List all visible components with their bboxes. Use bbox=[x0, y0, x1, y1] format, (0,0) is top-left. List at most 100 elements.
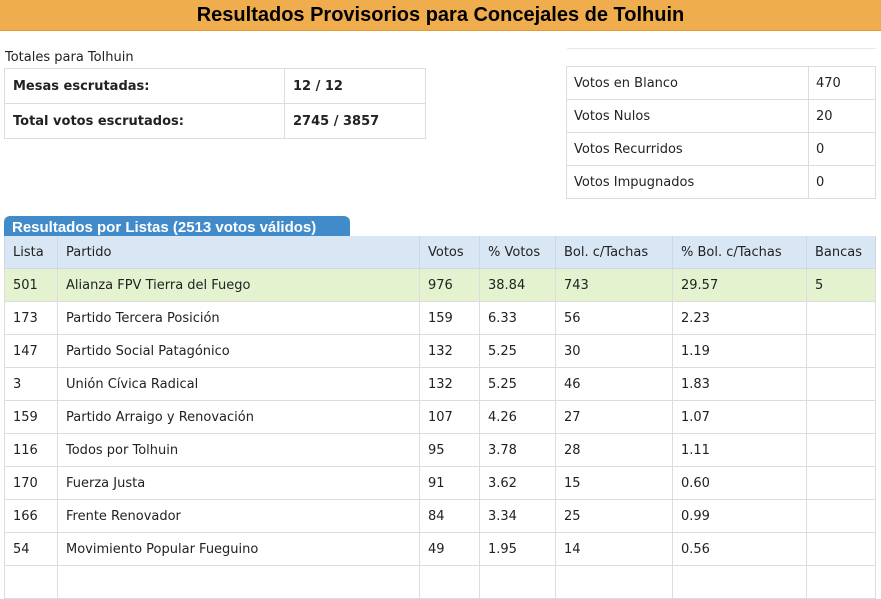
cell-bol-tachas: 30 bbox=[555, 334, 673, 368]
cell-pct-bol-tachas: 1.07 bbox=[672, 400, 807, 434]
table-row: 170 Fuerza Justa 91 3.62 15 0.60 bbox=[4, 466, 876, 500]
table-row bbox=[4, 565, 876, 599]
page-header: Resultados Provisorios para Concejales d… bbox=[0, 0, 881, 31]
votos-blanco-label: Votos en Blanco bbox=[566, 66, 809, 100]
cell-partido bbox=[57, 565, 420, 599]
totals-row: Mesas escrutadas: 12 / 12 bbox=[4, 68, 426, 104]
cell-bancas: 5 bbox=[806, 268, 876, 302]
cell-pct-bol-tachas: 1.83 bbox=[672, 367, 807, 401]
cell-pct-votos: 4.26 bbox=[479, 400, 556, 434]
mesas-value: 12 / 12 bbox=[284, 68, 426, 104]
col-lista: Lista bbox=[4, 236, 58, 269]
totals-table: Mesas escrutadas: 12 / 12 Total votos es… bbox=[4, 68, 426, 139]
cell-pct-bol-tachas: 1.11 bbox=[672, 433, 807, 467]
mesas-label: Mesas escrutadas: bbox=[4, 68, 285, 104]
cell-pct-votos: 5.25 bbox=[479, 334, 556, 368]
cell-partido: Frente Renovador bbox=[57, 499, 420, 533]
cell-votos: 95 bbox=[419, 433, 480, 467]
votos-impugnados-value: 0 bbox=[808, 165, 876, 199]
cell-pct-bol-tachas: 29.57 bbox=[672, 268, 807, 302]
votos-impugnados-label: Votos Impugnados bbox=[566, 165, 809, 199]
cell-pct-votos: 38.84 bbox=[479, 268, 556, 302]
cell-pct-bol-tachas: 2.23 bbox=[672, 301, 807, 335]
votos-recurridos-label: Votos Recurridos bbox=[566, 132, 809, 166]
cell-partido: Fuerza Justa bbox=[57, 466, 420, 500]
votes-summary-table: Votos en Blanco 470 Votos Nulos 20 Votos… bbox=[566, 66, 876, 199]
cell-bol-tachas: 46 bbox=[555, 367, 673, 401]
cell-bancas bbox=[806, 334, 876, 368]
cell-lista: 166 bbox=[4, 499, 58, 533]
cell-votos: 84 bbox=[419, 499, 480, 533]
col-votos: Votos bbox=[419, 236, 480, 269]
cell-lista: 54 bbox=[4, 532, 58, 566]
votes-row: Votos Recurridos 0 bbox=[566, 132, 876, 166]
table-row: 147 Partido Social Patagónico 132 5.25 30 1.1… bbox=[4, 334, 876, 368]
table-row: 501 Alianza FPV Tierra del Fuego 976 38.84 7… bbox=[4, 268, 876, 302]
cell-bol-tachas: 28 bbox=[555, 433, 673, 467]
table-row: 166 Frente Renovador 84 3.34 25 0.99 bbox=[4, 499, 876, 533]
cell-votos: 91 bbox=[419, 466, 480, 500]
cell-pct-bol-tachas: 1.19 bbox=[672, 334, 807, 368]
cell-partido: Todos por Tolhuin bbox=[57, 433, 420, 467]
table-row: 159 Partido Arraigo y Renovación 107 4.26 27… bbox=[4, 400, 876, 434]
cell-lista: 170 bbox=[4, 466, 58, 500]
col-pct-bol-tachas: % Bol. c/Tachas bbox=[672, 236, 807, 269]
cell-lista: 116 bbox=[4, 433, 58, 467]
cell-bol-tachas: 56 bbox=[555, 301, 673, 335]
cell-bol-tachas: 14 bbox=[555, 532, 673, 566]
col-bancas: Bancas bbox=[806, 236, 876, 269]
cell-votos: 132 bbox=[419, 334, 480, 368]
cell-pct-votos: 6.33 bbox=[479, 301, 556, 335]
cell-bancas bbox=[806, 400, 876, 434]
cell-pct-votos bbox=[479, 565, 556, 599]
table-row: 173 Partido Tercera Posición 159 6.33 56 2.23 bbox=[4, 301, 876, 335]
cell-votos: 49 bbox=[419, 532, 480, 566]
cell-votos: 132 bbox=[419, 367, 480, 401]
cell-pct-bol-tachas: 0.60 bbox=[672, 466, 807, 500]
table-row: 54 Movimiento Popular Fueguino 49 1.95 14 0.5… bbox=[4, 532, 876, 566]
cell-partido: Unión Cívica Radical bbox=[57, 367, 420, 401]
cell-pct-votos: 5.25 bbox=[479, 367, 556, 401]
results-header-row: Lista Partido Votos % Votos Bol. c/Tacha… bbox=[4, 236, 876, 269]
col-pct-votos: % Votos bbox=[479, 236, 556, 269]
totals-heading: Totales para Tolhuin bbox=[5, 50, 134, 65]
cell-votos: 976 bbox=[419, 268, 480, 302]
page-title: Resultados Provisorios para Concejales d… bbox=[196, 4, 685, 26]
cell-pct-votos: 3.34 bbox=[479, 499, 556, 533]
divider bbox=[567, 48, 876, 49]
votes-row: Votos Impugnados 0 bbox=[566, 165, 876, 199]
cell-bancas bbox=[806, 532, 876, 566]
votes-row: Votos Nulos 20 bbox=[566, 99, 876, 133]
cell-bancas bbox=[806, 433, 876, 467]
cell-votos: 159 bbox=[419, 301, 480, 335]
votos-blanco-value: 470 bbox=[808, 66, 876, 100]
cell-bol-tachas: 15 bbox=[555, 466, 673, 500]
cell-lista: 173 bbox=[4, 301, 58, 335]
cell-pct-votos: 1.95 bbox=[479, 532, 556, 566]
cell-partido: Alianza FPV Tierra del Fuego bbox=[57, 268, 420, 302]
cell-bol-tachas: 743 bbox=[555, 268, 673, 302]
cell-lista: 159 bbox=[4, 400, 58, 434]
cell-lista: 147 bbox=[4, 334, 58, 368]
results-table: Lista Partido Votos % Votos Bol. c/Tacha… bbox=[4, 236, 876, 599]
cell-pct-votos: 3.62 bbox=[479, 466, 556, 500]
cell-partido: Partido Social Patagónico bbox=[57, 334, 420, 368]
cell-bol-tachas bbox=[555, 565, 673, 599]
cell-partido: Partido Arraigo y Renovación bbox=[57, 400, 420, 434]
cell-lista bbox=[4, 565, 58, 599]
table-row: 3 Unión Cívica Radical 132 5.25 46 1.83 bbox=[4, 367, 876, 401]
col-partido: Partido bbox=[57, 236, 420, 269]
cell-votos bbox=[419, 565, 480, 599]
votos-recurridos-value: 0 bbox=[808, 132, 876, 166]
cell-partido: Movimiento Popular Fueguino bbox=[57, 532, 420, 566]
votes-row: Votos en Blanco 470 bbox=[566, 66, 876, 100]
cell-lista: 3 bbox=[4, 367, 58, 401]
totals-row: Total votos escrutados: 2745 / 3857 bbox=[4, 103, 426, 139]
cell-lista: 501 bbox=[4, 268, 58, 302]
cell-bol-tachas: 27 bbox=[555, 400, 673, 434]
cell-bol-tachas: 25 bbox=[555, 499, 673, 533]
cell-pct-bol-tachas: 0.99 bbox=[672, 499, 807, 533]
cell-bancas bbox=[806, 466, 876, 500]
cell-pct-bol-tachas: 0.56 bbox=[672, 532, 807, 566]
votos-nulos-value: 20 bbox=[808, 99, 876, 133]
